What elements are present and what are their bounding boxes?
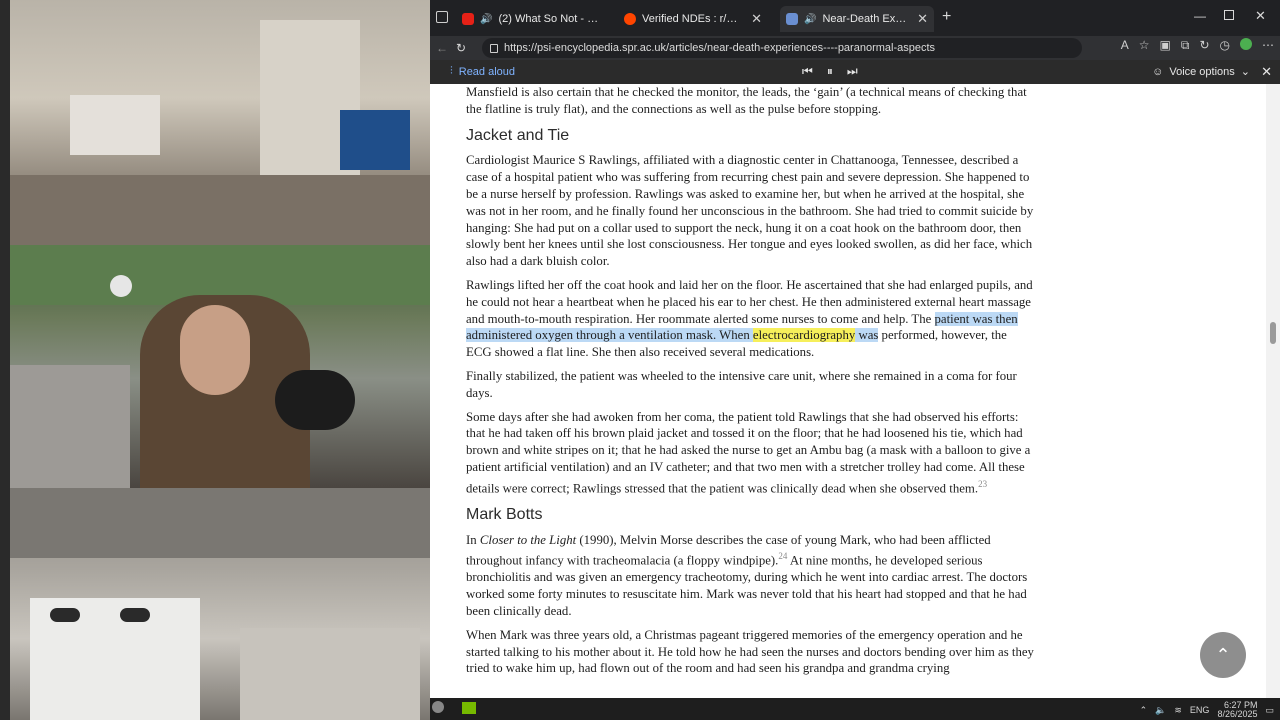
chevron-up-icon[interactable]: ⌃ — [1140, 705, 1148, 716]
tab-bar: 🔊 (2) What So Not - Gemini (F... Verifie… — [430, 0, 1280, 36]
read-aloud-highlight: was — [855, 328, 879, 343]
clock[interactable]: 6:27 PM 8/26/2025 — [1217, 701, 1257, 719]
text-run: In — [466, 532, 480, 547]
burner-shape — [120, 608, 150, 622]
paragraph: Rawlings lifted her off the coat hook an… — [466, 277, 1034, 361]
profile-icon[interactable] — [1240, 38, 1252, 50]
taskbar: ⌃ 🔈 ≋ ENG 6:27 PM 8/26/2025 ▭ — [430, 698, 1280, 720]
next-icon[interactable]: ⏭ — [847, 64, 858, 79]
footnote-link[interactable]: 24 — [778, 551, 787, 561]
face-shape — [180, 305, 250, 395]
webcam-panel-kitchen — [10, 488, 430, 720]
burner-shape — [50, 608, 80, 622]
paragraph: Mansfield is also certain that he checke… — [466, 85, 1027, 116]
read-aloud-label-group[interactable]: ⫶ Read aloud — [450, 65, 515, 78]
reddit-icon — [624, 13, 636, 25]
range-hood-shape — [10, 488, 430, 558]
read-aloud-bar: ⫶ Read aloud ⏮ ⏸ ⏭ ☺ Voice options ⌄ ✕ — [430, 60, 1280, 84]
microphone-shape — [275, 370, 355, 430]
pause-icon[interactable]: ⏸ — [827, 64, 833, 79]
tab-reddit[interactable]: Verified NDEs : r/NDE ✕ — [618, 6, 768, 32]
address-bar-row: ← ↻ https://psi-encyclopedia.spr.ac.uk/a… — [430, 36, 1280, 60]
section-heading: Mark Botts — [466, 505, 543, 523]
clock-date: 8/26/2025 — [1217, 709, 1258, 719]
tab-actions-icon[interactable] — [436, 11, 448, 23]
reload-icon[interactable]: ↻ — [456, 41, 466, 55]
favorite-icon[interactable]: ☆ — [1139, 38, 1150, 53]
tab-title: Verified NDEs : r/NDE — [642, 13, 746, 25]
paragraph: Cardiologist Maurice S Rawlings, affilia… — [466, 153, 1034, 269]
scroll-to-top-button[interactable]: ⌃ — [1200, 632, 1246, 678]
desk-shape — [70, 95, 160, 155]
site-icon — [786, 13, 798, 25]
footnote-link[interactable]: 23 — [978, 479, 987, 489]
webcam-panel-streamer — [10, 245, 430, 488]
close-window-icon[interactable]: ✕ — [1255, 8, 1266, 24]
paragraph: When Mark was three years old, a Christm… — [466, 627, 1034, 676]
paragraph: In Closer to the Light (1990), Melvin Mo… — [466, 532, 1034, 620]
chevron-up-icon: ⌃ — [1215, 644, 1231, 665]
read-aloud-controls: ⏮ ⏸ ⏭ — [802, 64, 858, 79]
youtube-icon — [462, 13, 474, 25]
app-icon[interactable] — [432, 701, 444, 713]
url-text: https://psi-encyclopedia.spr.ac.uk/artic… — [504, 42, 936, 54]
text-run: Some days after she had awoken from her … — [466, 409, 1031, 495]
collections-icon[interactable]: ▣ — [1160, 38, 1171, 53]
article: Mansfield is also certain that he checke… — [466, 84, 1034, 684]
speaker-icon: 🔊 — [804, 13, 817, 25]
voice-icon: ☺ — [1152, 65, 1164, 78]
read-aloud-icon[interactable]: A — [1121, 38, 1129, 53]
current-word-highlight: electrocardiography — [752, 328, 856, 343]
extensions-icon[interactable]: ⧉ — [1181, 38, 1190, 53]
close-tab-icon[interactable]: ✕ — [917, 11, 928, 27]
paragraph: Some days after she had awoken from her … — [466, 409, 1034, 497]
scrollbar[interactable] — [1266, 84, 1280, 698]
webcam-panel-room — [10, 0, 430, 245]
tab-title: Near-Death Experiences – P... — [822, 13, 912, 25]
wall-clock-shape — [110, 275, 132, 297]
tab-gemini[interactable]: 🔊 (2) What So Not - Gemini (F... — [456, 6, 606, 32]
address-bar[interactable]: https://psi-encyclopedia.spr.ac.uk/artic… — [482, 38, 1082, 58]
page-content: Mansfield is also certain that he checke… — [430, 84, 1266, 698]
new-tab-icon[interactable]: + — [942, 8, 951, 26]
back-icon[interactable]: ← — [436, 41, 448, 55]
history-icon[interactable]: ◷ — [1220, 38, 1230, 53]
screen: 🔊 (2) What So Not - Gemini (F... Verifie… — [0, 0, 1280, 720]
lock-icon — [490, 43, 498, 53]
voice-options-button[interactable]: ☺ Voice options ⌄ — [1152, 65, 1250, 79]
tab-title: (2) What So Not - Gemini (F... — [498, 13, 600, 25]
browser-window: 🔊 (2) What So Not - Gemini (F... Verifie… — [430, 0, 1280, 698]
bed-shape — [10, 365, 130, 488]
left-border — [0, 0, 10, 720]
section-heading: Jacket and Tie — [466, 126, 570, 144]
volume-icon[interactable]: 🔈 — [1155, 705, 1166, 716]
close-read-aloud-icon[interactable]: ✕ — [1261, 64, 1272, 80]
close-tab-icon[interactable]: ✕ — [751, 11, 762, 27]
voice-options-label: Voice options — [1169, 65, 1235, 78]
tab-near-death[interactable]: 🔊 Near-Death Experiences – P... ✕ — [780, 6, 934, 32]
toolbar-icons: A ☆ ▣ ⧉ ↻ ◷ ⋯ — [1121, 38, 1274, 53]
counter-shape — [240, 628, 420, 720]
app-icon[interactable] — [462, 702, 476, 714]
scrollbar-thumb[interactable] — [1270, 322, 1276, 344]
read-aloud-wave-icon: ⫶ — [450, 65, 453, 77]
system-tray: ⌃ 🔈 ≋ ENG 6:27 PM 8/26/2025 ▭ — [1140, 701, 1274, 719]
language-indicator[interactable]: ENG — [1190, 705, 1210, 715]
minimize-icon[interactable]: — — [1194, 9, 1206, 23]
paragraph: Finally stabilized, the patient was whee… — [466, 368, 1017, 400]
refresh-extension-icon[interactable]: ↻ — [1199, 38, 1209, 53]
previous-icon[interactable]: ⏮ — [802, 64, 813, 79]
notification-icon[interactable]: ▭ — [1265, 705, 1274, 716]
book-title: Closer to the Light — [479, 532, 577, 547]
more-icon[interactable]: ⋯ — [1262, 38, 1274, 53]
floor-shape — [10, 175, 430, 245]
chevron-down-icon: ⌄ — [1240, 66, 1250, 78]
speaker-icon: 🔊 — [480, 13, 493, 25]
wifi-icon[interactable]: ≋ — [1174, 705, 1182, 716]
recycling-bin-shape — [340, 110, 410, 170]
maximize-icon[interactable] — [1224, 10, 1234, 20]
read-aloud-label: Read aloud — [458, 65, 516, 78]
